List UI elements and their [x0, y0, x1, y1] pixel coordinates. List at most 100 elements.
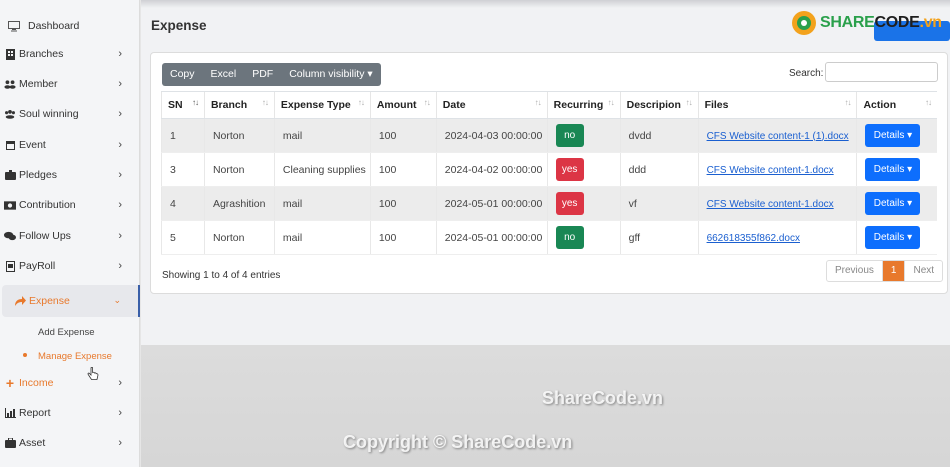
file-link[interactable]: CFS Website content-1.docx	[707, 165, 834, 176]
cell-description: ddd	[619, 152, 699, 187]
chat-icon	[4, 230, 16, 242]
sidebar-item-pledges[interactable]: Pledges ›	[0, 161, 140, 189]
cell-action: Details ▾	[856, 186, 937, 221]
table-info-text: Showing 1 to 4 of 4 entries	[162, 270, 281, 281]
column-header-files[interactable]: Files ↑↓	[697, 91, 857, 119]
users-icon	[4, 78, 16, 90]
cell-sn: 3	[161, 152, 205, 187]
cell-files: CFS Website content-1.docx	[697, 186, 857, 221]
next-page-button[interactable]: Next	[904, 261, 942, 281]
cell-files: 662618355f862.docx	[697, 220, 857, 255]
column-header-recurring[interactable]: Recurring ↑↓	[546, 91, 621, 119]
chevron-right-icon: ›	[118, 169, 122, 181]
chevron-right-icon: ›	[118, 437, 122, 449]
sidebar-item-member[interactable]: Member ›	[0, 70, 140, 98]
sort-icon: ↑↓	[685, 98, 693, 107]
cell-branch: Agrashition	[203, 186, 275, 221]
column-visibility-button[interactable]: Column visibility ▾	[281, 63, 380, 86]
chevron-right-icon: ›	[118, 260, 122, 272]
share-icon	[14, 295, 26, 307]
column-header-date[interactable]: Date ↑↓	[435, 91, 548, 119]
briefcase-icon	[4, 437, 16, 449]
chart-icon	[4, 407, 16, 419]
column-header-branch[interactable]: Branch ↑↓	[203, 91, 275, 119]
sort-icon: ↑↓	[607, 98, 615, 107]
excel-button[interactable]: Excel	[203, 63, 245, 86]
file-link[interactable]: CFS Website content-1 (1).docx	[707, 131, 849, 142]
chevron-right-icon: ›	[118, 377, 122, 389]
details-dropdown-button[interactable]: Details ▾	[865, 158, 921, 181]
column-header-description[interactable]: Descripion ↑↓	[619, 91, 699, 119]
cell-files: CFS Website content-1.docx	[697, 152, 857, 187]
column-header-label: Expense Type	[280, 99, 351, 111]
recurring-badge: no	[555, 226, 584, 249]
cell-sn: 5	[161, 220, 205, 255]
sidebar-subitem-manage-expense[interactable]: Manage Expense	[38, 351, 112, 362]
chevron-right-icon: ›	[118, 407, 122, 419]
group-icon	[4, 108, 16, 120]
cell-sn: 1	[161, 118, 205, 153]
cell-expense-type: mail	[273, 186, 371, 221]
table-row: 1 Norton mail 100 2024-04-03 00:00:00 no…	[161, 118, 937, 153]
cell-recurring: yes	[546, 152, 621, 187]
plus-icon: +	[5, 375, 15, 391]
sidebar-item-soul-winning[interactable]: Soul winning ›	[0, 100, 140, 128]
column-header-amount[interactable]: Amount ↑↓	[369, 91, 437, 119]
column-header-label: Files	[704, 99, 729, 111]
sidebar-item-asset[interactable]: Asset ›	[0, 429, 140, 457]
hand-cursor-icon	[87, 367, 99, 380]
active-dot	[23, 353, 27, 357]
file-link[interactable]: 662618355f862.docx	[707, 233, 800, 244]
cell-amount: 100	[369, 220, 437, 255]
sidebar-item-income[interactable]: + Income ›	[0, 369, 140, 397]
sidebar-item-dashboard[interactable]: Dashboard	[0, 12, 140, 40]
sort-icon: ↑↓	[357, 98, 365, 107]
sidebar-item-follow-ups[interactable]: Follow Ups ›	[0, 222, 140, 250]
file-link[interactable]: CFS Website content-1.docx	[707, 199, 834, 210]
copy-button[interactable]: Copy	[162, 63, 203, 86]
column-header-sn[interactable]: SN ↑↓	[161, 91, 205, 119]
column-header-label: Branch	[210, 99, 248, 111]
cell-amount: 100	[369, 118, 437, 153]
column-header-label: Descripion	[626, 99, 681, 111]
building-icon	[4, 48, 16, 60]
column-header-action[interactable]: Action ↑↓	[856, 91, 937, 119]
cell-sn: 4	[161, 186, 205, 221]
sort-icon: ↑↓	[844, 98, 851, 107]
sort-icon: ↑↓	[925, 98, 932, 107]
cell-date: 2024-04-03 00:00:00	[435, 118, 548, 153]
sidebar-item-report[interactable]: Report ›	[0, 399, 140, 427]
details-dropdown-button[interactable]: Details ▾	[865, 192, 921, 215]
sidebar-subitem-add-expense[interactable]: Add Expense	[38, 327, 95, 338]
previous-page-button[interactable]: Previous	[827, 261, 882, 281]
export-button-group: Copy Excel PDF Column visibility ▾	[162, 63, 381, 86]
sidebar-item-expense[interactable]: Expense ⌄	[2, 285, 140, 317]
search-input[interactable]	[825, 62, 938, 82]
sort-icon: ↑↓	[534, 98, 542, 107]
cell-files: CFS Website content-1 (1).docx	[697, 118, 857, 153]
sidebar-item-contribution[interactable]: Contribution ›	[0, 191, 140, 219]
chevron-right-icon: ›	[118, 230, 122, 242]
sidebar-item-label: Report	[19, 407, 51, 419]
watermark-copyright: Copyright © ShareCode.vn	[343, 432, 573, 452]
details-dropdown-button[interactable]: Details ▾	[865, 226, 921, 249]
watermark-top: ShareCode.vn	[542, 388, 664, 408]
logo-text: SHARECODE.vn	[820, 14, 942, 32]
chevron-right-icon: ›	[118, 48, 122, 60]
calendar-icon	[4, 139, 16, 151]
page-1-button[interactable]: 1	[881, 261, 905, 281]
sidebar-item-payroll[interactable]: PayRoll ›	[0, 252, 140, 280]
details-dropdown-button[interactable]: Details ▾	[865, 124, 921, 147]
table-row: 5 Norton mail 100 2024-05-01 00:00:00 no…	[161, 220, 937, 255]
cell-expense-type: mail	[273, 118, 371, 153]
pdf-button[interactable]: PDF	[244, 63, 281, 86]
sidebar-item-branches[interactable]: Branches ›	[0, 40, 140, 68]
money-icon	[4, 199, 16, 211]
monitor-icon	[8, 20, 20, 32]
sidebar-item-label: Event	[19, 139, 46, 151]
column-header-expense-type[interactable]: Expense Type ↑↓	[273, 91, 371, 119]
recurring-badge: yes	[555, 192, 584, 215]
sidebar-item-label: Expense	[29, 295, 70, 307]
logo-icon	[792, 11, 816, 35]
sidebar-item-event[interactable]: Event ›	[0, 131, 140, 159]
